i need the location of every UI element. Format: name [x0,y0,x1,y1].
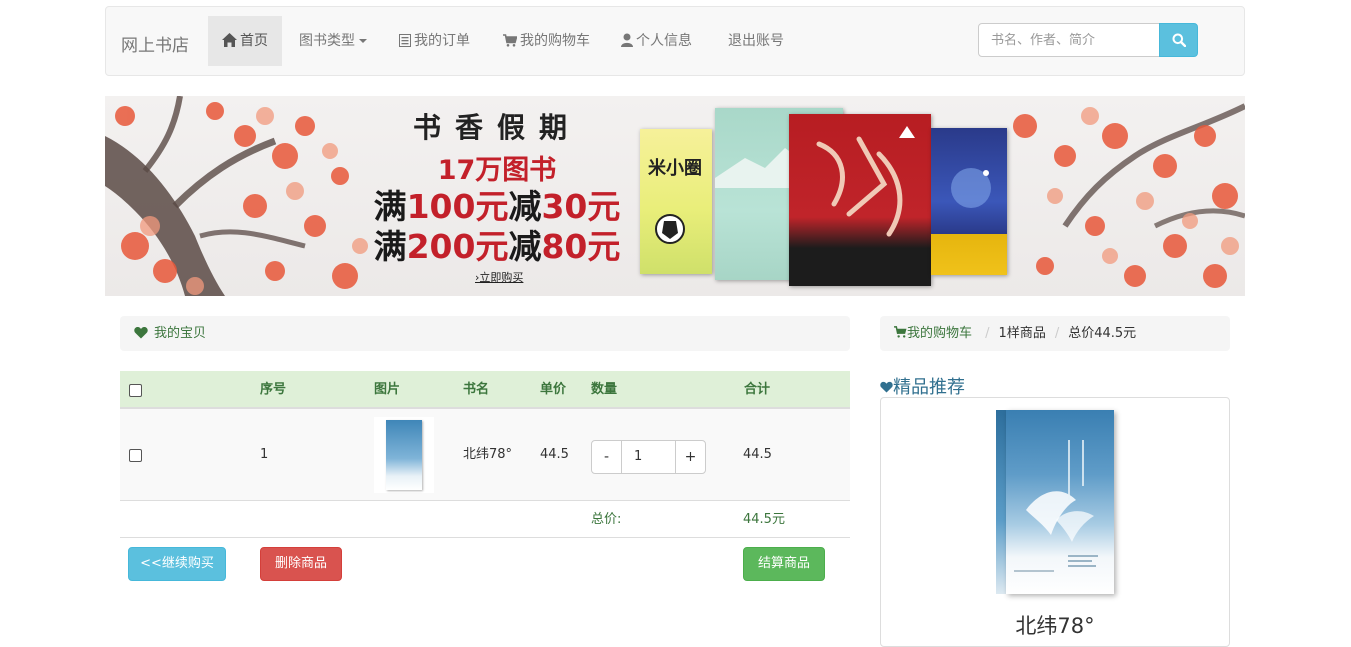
delete-item-button[interactable]: 删除商品 [260,547,342,581]
nav-profile[interactable]: 个人信息 [607,16,706,66]
heart-icon [134,326,148,339]
qty-decrease-button[interactable]: - [592,441,622,473]
search-icon [1172,33,1186,47]
breadcrumb-cart-link[interactable]: 我的购物车 [894,326,976,341]
nav-my-cart[interactable]: 我的购物车 [489,16,604,66]
breadcrumb-total: 总价44.5元 [1068,326,1137,341]
cart-icon [503,34,518,47]
search-button[interactable] [1159,23,1198,57]
row-index: 1 [260,447,269,462]
cover-title-art: 米小圈 [648,157,702,179]
continue-shopping-button[interactable]: <<继续购买 [128,547,226,581]
total-label: 总价: [591,512,622,527]
nav-profile-label: 个人信息 [636,33,692,49]
qty-input[interactable]: 1 [622,441,675,473]
banner-headline: 书香假期 [412,111,581,144]
row-checkbox[interactable] [129,449,142,462]
heart-icon [880,381,893,393]
brand[interactable]: 网上书店 [121,31,189,56]
offer-2-d: 80元 [541,227,621,266]
col-qty: 数量 [591,382,618,397]
table-header: 序号 图片 书名 单价 数量 合计 [120,371,850,409]
banner-buy-now-link[interactable]: ›立即购买 [367,269,627,285]
row-book-name[interactable]: 北纬78° [463,447,512,463]
caret-down-icon [359,39,367,43]
col-image: 图片 [374,382,401,397]
total-value: 44.5元 [743,512,785,527]
nav-home-label: 首页 [240,33,268,49]
nav-my-orders-label: 我的订单 [414,33,470,49]
row-subtotal: 44.5 [743,447,772,462]
my-items-panel-title: 我的宝贝 [120,316,850,351]
book-cover-art [1014,440,1098,572]
table-row: 1 北纬78° 44.5 - 1 + 44.5 [120,409,850,501]
breadcrumb-separator: / [1054,326,1060,341]
recommend-title-text: 精品推荐 [893,377,965,398]
quantity-stepper: - 1 + [591,440,706,474]
offer-2-a: 满 [373,227,407,266]
select-all-checkbox[interactable] [129,384,142,397]
col-price: 单价 [540,382,567,397]
book-spine [996,410,1006,594]
cover-art [816,126,915,237]
row-unit-price: 44.5 [540,447,569,462]
recommend-book-name[interactable]: 北纬78° [881,610,1229,640]
nav-home[interactable]: 首页 [208,16,282,66]
offer-1-b: 100元 [406,187,509,226]
cart-table: 序号 图片 书名 单价 数量 合计 1 北纬78° 44.5 - 1 + 44.… [120,371,850,581]
nav-book-types-label: 图书类型 [299,33,355,49]
banner-offer-1: 满100元减30元 [367,187,627,227]
cover-art [951,168,991,208]
row-book-thumbnail[interactable] [374,417,434,493]
cart-icon [894,326,907,338]
banner-offer-2: 满200元减80元 [367,227,627,267]
nav-book-types[interactable]: 图书类型 [285,16,381,66]
banner-book-cover[interactable] [789,114,931,286]
cover-art: 米小圈 [648,157,702,244]
banner-book-cover[interactable]: 米小圈 [640,129,712,274]
col-subtotal: 合计 [744,382,771,397]
table-total-row: 总价: 44.5元 [120,501,850,538]
checkout-button[interactable]: 结算商品 [743,547,825,581]
book-front [1006,410,1114,594]
nav-my-orders[interactable]: 我的订单 [385,16,484,66]
home-icon [222,33,237,47]
list-icon [399,34,411,47]
offer-1-c: 减 [508,187,542,226]
user-icon [621,33,633,47]
offer-1-a: 满 [373,187,407,226]
nav-logout[interactable]: 退出账号 [714,16,798,66]
banner-count: 17万图书 [437,155,557,186]
navbar: 网上书店 首页 图书类型 我的订单 我的购物车 个人信息 退出账号 [105,6,1245,76]
recommend-book-cover[interactable] [996,410,1114,594]
qty-increase-button[interactable]: + [675,441,705,473]
col-index: 序号 [260,382,287,397]
nav-logout-label: 退出账号 [728,33,784,49]
col-name: 书名 [463,382,490,397]
breadcrumb-item-count: 1样商品 [998,326,1046,341]
panel-title-text: 我的宝贝 [154,326,207,341]
breadcrumb-separator: / [985,326,990,341]
offer-1-d: 30元 [541,187,621,226]
breadcrumb-cart-label: 我的购物车 [907,326,973,341]
banner-book-cover[interactable] [931,128,1007,275]
recommend-title: 精品推荐 [880,373,965,399]
thumbnail-cover-art [386,420,422,490]
nav-my-cart-label: 我的购物车 [520,33,590,49]
search-input[interactable] [978,23,1160,57]
cart-summary-breadcrumb: 我的购物车 / 1样商品 / 总价44.5元 [880,316,1230,351]
offer-2-c: 减 [508,227,542,266]
banner-text: 书香假期 17万图书 满100元减30元 满200元减80元 ›立即购买 [367,106,627,285]
recommend-card[interactable]: 北纬78° [880,397,1230,647]
offer-2-b: 200元 [406,227,509,266]
promo-banner[interactable]: 书香假期 17万图书 满100元减30元 满200元减80元 ›立即购买 米小圈 [105,96,1245,296]
